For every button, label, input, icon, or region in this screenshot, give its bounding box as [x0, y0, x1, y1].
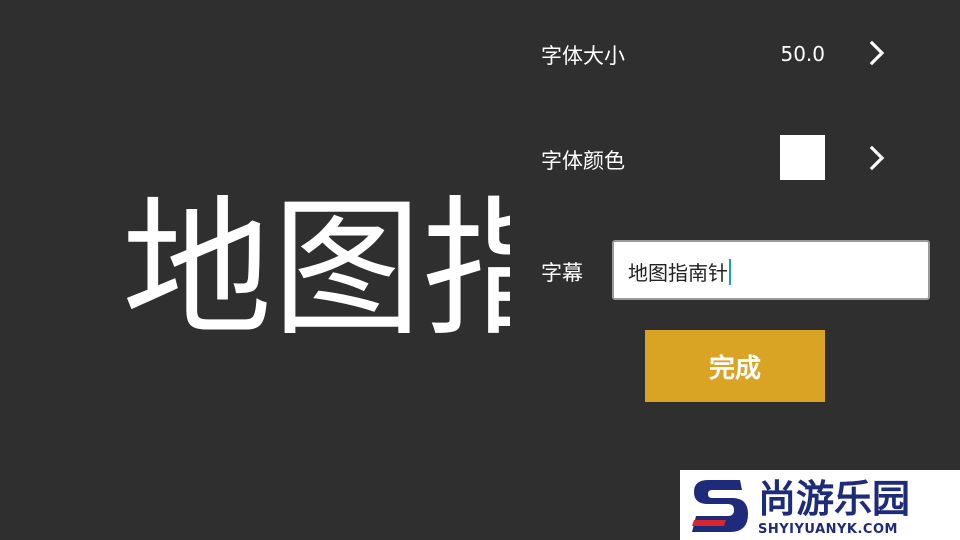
caption-input[interactable]: 地图指南针	[612, 240, 930, 300]
watermark-url: SHYIYUANYK.COM	[758, 522, 898, 537]
font-size-label: 字体大小	[541, 44, 625, 68]
subtitle-preview-text: 地图指	[122, 183, 510, 357]
subtitle-preview: 地图指	[0, 170, 510, 370]
caption-label: 字幕	[541, 261, 583, 285]
font-color-label: 字体颜色	[541, 149, 625, 173]
done-button[interactable]: 完成	[645, 330, 825, 402]
watermark-logo: 尚游乐园 SHYIYUANYK.COM	[680, 470, 960, 540]
font-size-value: 50.0	[780, 42, 825, 66]
font-color-swatch[interactable]	[780, 135, 825, 180]
watermark-title: 尚游乐园	[758, 477, 911, 521]
caption-input-value: 地图指南针	[628, 257, 731, 286]
text-caret	[729, 259, 731, 285]
chevron-right-icon[interactable]	[860, 35, 896, 71]
chevron-right-icon[interactable]	[860, 140, 896, 176]
logo-s-icon	[692, 480, 748, 532]
